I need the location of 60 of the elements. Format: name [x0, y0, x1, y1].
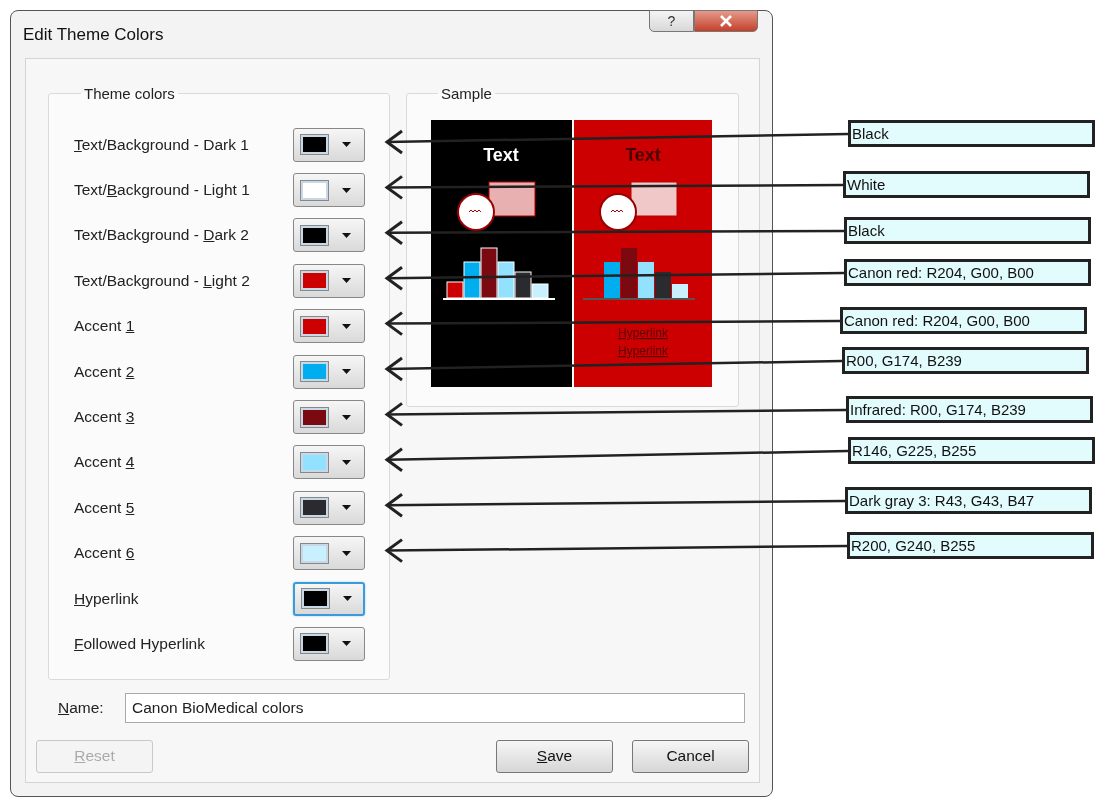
annotation-callout: White — [843, 171, 1090, 198]
annotation-callout: Black — [848, 120, 1095, 147]
sample-heading: Text — [625, 145, 661, 165]
color-picker-button[interactable] — [293, 173, 365, 208]
color-picker-button[interactable] — [293, 536, 365, 571]
color-picker-button[interactable] — [293, 627, 365, 661]
annotation-callout: R200, G240, B255 — [847, 532, 1094, 559]
group-legend: Theme colors — [81, 85, 178, 102]
color-picker-button[interactable] — [293, 445, 365, 480]
color-label: Accent 6 — [74, 544, 136, 563]
annotation-callout: R146, G225, B255 — [848, 437, 1095, 464]
close-icon — [719, 15, 733, 27]
caret-icon — [342, 278, 351, 284]
annotation-callout: Black — [844, 217, 1091, 244]
caret-icon — [342, 369, 351, 375]
color-label: Hyperlink — [74, 589, 140, 608]
color-picker-button[interactable] — [293, 490, 365, 525]
close-button[interactable] — [694, 10, 758, 32]
annotation-callout: Canon red: R204, G00, B00 — [844, 259, 1091, 286]
color-label: Accent 5 — [74, 498, 136, 517]
annotation-callout: Canon red: R204, G00, B00 — [840, 307, 1087, 334]
color-label: Text/Background - Light 2 — [74, 271, 251, 290]
caret-icon — [342, 641, 351, 647]
window-title: Edit Theme Colors — [23, 24, 164, 45]
color-picker-button[interactable] — [293, 400, 365, 435]
color-label: Text/Background - Light 1 — [74, 181, 251, 200]
color-picker-button[interactable] — [293, 581, 365, 616]
annotation-callout: R00, G174, B239 — [842, 347, 1089, 374]
caret-icon — [342, 505, 351, 511]
cancel-button[interactable]: Cancel — [632, 739, 749, 773]
annotation-callout: Dark gray 3: R43, G43, B47 — [845, 487, 1092, 514]
color-label: Accent 1 — [74, 317, 136, 336]
help-button[interactable]: ? — [649, 10, 694, 32]
name-field[interactable]: Canon BioMedical colors — [125, 692, 745, 723]
name-label: Name: — [58, 698, 105, 717]
caret-icon — [342, 323, 351, 329]
color-label: Accent 2 — [74, 362, 136, 381]
caret-icon — [342, 550, 351, 556]
color-label: Accent 4 — [74, 453, 136, 472]
sample-heading: Text — [483, 145, 519, 165]
color-picker-button[interactable] — [293, 263, 365, 298]
caret-icon — [342, 187, 351, 193]
color-label: Followed Hyperlink — [74, 635, 206, 653]
color-label: Accent 3 — [74, 408, 136, 427]
save-button[interactable]: Save — [496, 739, 613, 773]
color-picker-button[interactable] — [293, 309, 365, 344]
caret-icon — [342, 142, 351, 148]
color-label: Text/Background - Dark 1 — [74, 135, 250, 154]
group-legend: Sample — [438, 85, 495, 102]
color-label: Text/Background - Dark 2 — [74, 226, 250, 245]
color-picker-button[interactable] — [293, 354, 365, 389]
sample-hyperlink: Hyperlink — [618, 326, 668, 340]
color-picker-button[interactable] — [293, 127, 365, 162]
annotation-callout: Infrared: R00, G174, B239 — [846, 396, 1093, 423]
caret-icon — [342, 414, 351, 420]
caret-icon — [342, 459, 351, 465]
sample-hyperlink: Hyperlink — [618, 344, 668, 358]
color-picker-button[interactable] — [293, 218, 365, 253]
caret-icon — [342, 232, 351, 238]
caret-icon — [343, 596, 352, 602]
